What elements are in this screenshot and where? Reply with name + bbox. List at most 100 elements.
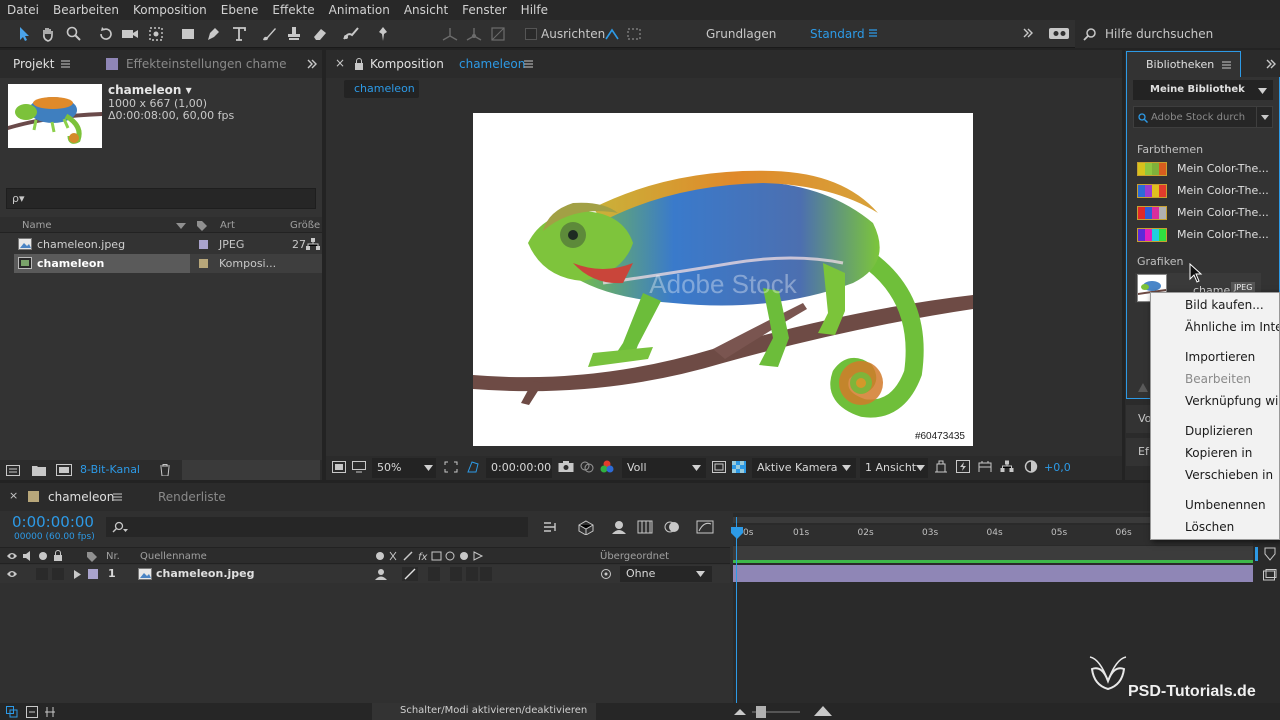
context-menu-item[interactable]: Verknüpfung wird kopiert: [1151, 390, 1279, 412]
pen-tool-icon[interactable]: [203, 24, 223, 44]
tab-libraries-frame[interactable]: Bibliotheken: [1126, 51, 1241, 77]
snap-checkbox[interactable]: [525, 28, 537, 40]
color-theme-item[interactable]: Mein Color-The...: [1135, 159, 1275, 179]
context-menu-item[interactable]: Verschieben in: [1151, 464, 1279, 486]
bit-depth-label[interactable]: 8-Bit-Kanal: [80, 463, 140, 476]
context-menu-item[interactable]: Umbenennen: [1151, 494, 1279, 516]
comp-marker-bin-icon[interactable]: [1264, 547, 1276, 561]
color-theme-item[interactable]: Mein Color-The...: [1135, 225, 1275, 245]
color-theme-item[interactable]: Mein Color-The...: [1135, 181, 1275, 201]
fast-preview-icon[interactable]: [956, 460, 970, 473]
project-item-name[interactable]: chameleon ▾: [108, 83, 192, 97]
toggle-mask-icon[interactable]: [466, 461, 480, 473]
graph-editor-icon[interactable]: [696, 519, 714, 535]
close-icon[interactable]: ×: [335, 56, 345, 70]
lock-switch[interactable]: [52, 568, 64, 580]
zoom-dropdown[interactable]: 50%: [372, 458, 436, 478]
comp-flowchart-tab[interactable]: chameleon: [344, 80, 419, 98]
comp-mini-flowchart-icon[interactable]: [543, 520, 559, 534]
layer-name[interactable]: chameleon.jpeg: [156, 567, 254, 580]
show-snapshot-icon[interactable]: [580, 460, 594, 473]
layer-row[interactable]: 1 chameleon.jpeg Ohne: [0, 565, 730, 583]
current-time-field[interactable]: 0:00:00:00: [486, 458, 552, 478]
expand-triangle-icon[interactable]: [74, 570, 81, 579]
color-theme-item[interactable]: Mein Color-The...: [1135, 203, 1275, 223]
rectangle-tool-icon[interactable]: [178, 24, 198, 44]
menu-item-3[interactable]: Ebene: [214, 0, 266, 20]
tab-composition-name[interactable]: chameleon: [459, 57, 525, 71]
tab-timeline-comp[interactable]: chameleon: [48, 490, 114, 504]
pickwhip-icon[interactable]: [600, 568, 612, 580]
tab-composition-prefix[interactable]: Komposition: [370, 57, 444, 71]
label-color-swatch[interactable]: [199, 240, 208, 249]
exposure-value[interactable]: +0,0: [1044, 461, 1071, 474]
menu-item-4[interactable]: Effekte: [265, 0, 321, 20]
column-type[interactable]: Art: [220, 220, 235, 231]
panel-menu-icon[interactable]: [61, 60, 70, 68]
footer-scrollbar[interactable]: [182, 460, 320, 480]
roto-brush-tool-icon[interactable]: [341, 24, 361, 44]
zoom-in-icon[interactable]: [814, 706, 832, 716]
column-source-name[interactable]: Quellenname: [140, 551, 207, 562]
panel-menu-icon[interactable]: [1222, 61, 1231, 69]
work-area-bar[interactable]: [733, 546, 1253, 560]
tab-render-queue[interactable]: Renderliste: [158, 490, 226, 504]
layer-label-color[interactable]: [88, 569, 98, 579]
flowchart-icon[interactable]: [1000, 460, 1014, 473]
table-row[interactable]: chameleon Komposi...: [0, 254, 322, 273]
menu-item-1[interactable]: Bearbeiten: [46, 0, 126, 20]
snap-extra-icon[interactable]: [624, 24, 644, 44]
axis-view-icon[interactable]: [488, 24, 508, 44]
rotate-tool-icon[interactable]: [96, 24, 116, 44]
puppet-pin-tool-icon[interactable]: [373, 24, 393, 44]
menu-item-2[interactable]: Komposition: [126, 0, 214, 20]
panel-menu-icon[interactable]: [524, 60, 533, 68]
clone-stamp-tool-icon[interactable]: [284, 24, 304, 44]
menu-item-7[interactable]: Fenster: [455, 0, 514, 20]
quality-switch[interactable]: [402, 567, 418, 581]
camera-dropdown[interactable]: Aktive Kamera: [752, 458, 856, 478]
zoom-tool-icon[interactable]: [64, 24, 84, 44]
parent-dropdown[interactable]: Ohne: [620, 566, 712, 582]
camera-tool-icon[interactable]: [120, 24, 140, 44]
snap-options-icon[interactable]: [602, 24, 622, 44]
context-menu-item[interactable]: Kopieren in: [1151, 442, 1279, 464]
menu-item-0[interactable]: Datei: [0, 0, 46, 20]
layer-switches-toggle-icon[interactable]: [6, 706, 18, 718]
column-name[interactable]: Name: [22, 220, 52, 231]
fit-frame-icon[interactable]: [444, 461, 458, 473]
search-source-dropdown[interactable]: [1256, 107, 1273, 127]
table-row[interactable]: chameleon.jpeg JPEG 27: [0, 235, 322, 254]
expand-chevrons-icon[interactable]: [1022, 27, 1034, 39]
toggle-pixel-aspect-icon[interactable]: [934, 460, 948, 473]
draft-3d-icon[interactable]: [577, 519, 595, 535]
shy-switch-icon[interactable]: [374, 568, 388, 580]
color-channels-icon[interactable]: [600, 460, 614, 473]
trash-icon[interactable]: [159, 464, 171, 476]
workspace-menu-icon[interactable]: [868, 28, 878, 38]
layer-duration-bar[interactable]: [733, 565, 1253, 582]
interpret-footage-icon[interactable]: [6, 465, 20, 476]
comp-viewer-image[interactable]: Adobe Stock #60473435: [473, 113, 973, 446]
axis-world-icon[interactable]: [464, 24, 484, 44]
add-content-icon[interactable]: [1137, 381, 1149, 393]
timeline-icon[interactable]: [978, 460, 992, 473]
layer-switch-boxes[interactable]: [422, 567, 492, 581]
context-menu-item[interactable]: Bild kaufen...: [1151, 294, 1279, 316]
zoom-slider-thumb[interactable]: [756, 706, 766, 718]
selection-tool-icon[interactable]: [14, 24, 34, 44]
in-out-toggle-icon[interactable]: [44, 706, 56, 718]
panel-menu-icon[interactable]: [113, 493, 122, 501]
timeline-search-input[interactable]: [106, 517, 528, 537]
context-menu-item[interactable]: Ähnliche im Internet suchen: [1151, 316, 1279, 338]
always-preview-icon[interactable]: [332, 461, 346, 473]
hide-shy-layers-icon[interactable]: [610, 519, 628, 535]
sync-settings-icon[interactable]: [1048, 26, 1070, 40]
label-color-swatch[interactable]: [199, 259, 208, 268]
brush-tool-icon[interactable]: [259, 24, 279, 44]
sort-arrow-icon[interactable]: [176, 223, 186, 229]
tab-project[interactable]: Projekt: [13, 57, 54, 71]
region-of-interest-icon[interactable]: [712, 461, 726, 473]
workspace-basic[interactable]: Grundlagen: [706, 27, 776, 41]
lock-icon[interactable]: [354, 58, 364, 70]
